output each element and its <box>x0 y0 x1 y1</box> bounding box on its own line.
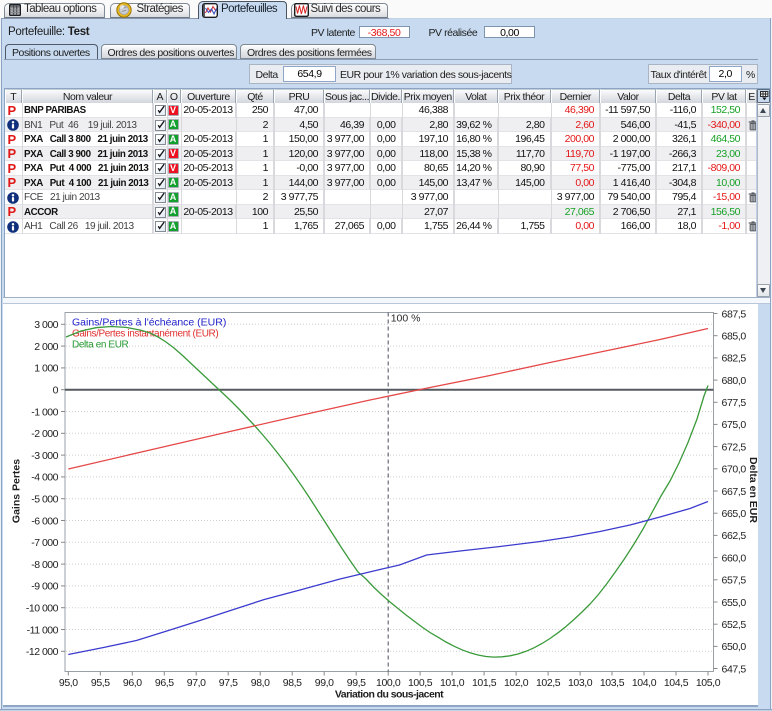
svg-text:665,0: 665,0 <box>722 508 747 520</box>
svg-text:680,0: 680,0 <box>722 375 747 387</box>
svg-text:687,5: 687,5 <box>722 308 747 320</box>
svg-text:-11 000: -11 000 <box>27 624 59 636</box>
svg-text:97,0: 97,0 <box>187 677 206 689</box>
svg-text:99,5: 99,5 <box>347 677 366 689</box>
svg-text:98,0: 98,0 <box>251 677 270 689</box>
svg-text:1 000: 1 000 <box>34 363 58 375</box>
svg-text:-10 000: -10 000 <box>26 603 59 615</box>
svg-text:-3 000: -3 000 <box>31 450 58 462</box>
svg-text:-5 000: -5 000 <box>31 494 58 506</box>
svg-text:685,0: 685,0 <box>722 331 747 343</box>
svg-text:-6 000: -6 000 <box>31 515 58 527</box>
svg-text:-4 000: -4 000 <box>31 472 58 484</box>
svg-text:655,0: 655,0 <box>722 597 747 609</box>
svg-text:95,5: 95,5 <box>91 677 110 689</box>
svg-text:96,5: 96,5 <box>155 677 174 689</box>
svg-text:-9 000: -9 000 <box>31 581 58 593</box>
svg-text:677,5: 677,5 <box>722 397 747 409</box>
svg-text:682,5: 682,5 <box>722 353 747 365</box>
svg-text:657,5: 657,5 <box>722 575 747 587</box>
svg-text:-7 000: -7 000 <box>31 537 58 549</box>
svg-text:0: 0 <box>53 385 59 397</box>
svg-text:-1 000: -1 000 <box>31 406 58 418</box>
svg-text:102,0: 102,0 <box>504 677 529 689</box>
svg-text:104,5: 104,5 <box>664 677 689 689</box>
svg-text:Delta en EUR: Delta en EUR <box>747 457 759 523</box>
svg-text:Gains/Pertes instantanément (E: Gains/Pertes instantanément (EUR) <box>72 329 218 340</box>
svg-text:101,5: 101,5 <box>472 677 497 689</box>
svg-text:-12 000: -12 000 <box>26 646 59 658</box>
svg-text:100,5: 100,5 <box>408 677 433 689</box>
svg-text:672,5: 672,5 <box>722 441 747 453</box>
svg-text:103,0: 103,0 <box>568 677 593 689</box>
svg-text:100 %: 100 % <box>391 313 421 325</box>
svg-text:Gains/Pertes à l'échéance (EUR: Gains/Pertes à l'échéance (EUR) <box>72 317 226 329</box>
svg-text:675,0: 675,0 <box>722 419 747 431</box>
svg-text:99,0: 99,0 <box>315 677 334 689</box>
svg-text:98,5: 98,5 <box>283 677 302 689</box>
svg-text:3 000: 3 000 <box>34 319 58 331</box>
svg-text:105,0: 105,0 <box>696 677 721 689</box>
svg-text:96,0: 96,0 <box>123 677 142 689</box>
svg-text:650,0: 650,0 <box>722 641 747 653</box>
svg-text:662,5: 662,5 <box>722 530 747 542</box>
svg-text:101,0: 101,0 <box>440 677 465 689</box>
svg-text:Variation du sous-jacent: Variation du sous-jacent <box>335 689 444 701</box>
svg-text:97,5: 97,5 <box>219 677 238 689</box>
svg-text:100,0: 100,0 <box>376 677 401 689</box>
svg-text:670,0: 670,0 <box>722 464 747 476</box>
svg-text:Gains Pertes: Gains Pertes <box>11 459 23 523</box>
svg-text:Delta en EUR: Delta en EUR <box>72 340 129 351</box>
svg-text:660,0: 660,0 <box>722 552 747 564</box>
svg-text:652,5: 652,5 <box>722 619 747 631</box>
svg-text:2 000: 2 000 <box>34 341 58 353</box>
svg-text:95,0: 95,0 <box>59 677 78 689</box>
svg-text:102,5: 102,5 <box>536 677 561 689</box>
svg-text:103,5: 103,5 <box>600 677 625 689</box>
svg-text:-2 000: -2 000 <box>31 428 58 440</box>
svg-text:647,5: 647,5 <box>722 663 747 675</box>
svg-text:-8 000: -8 000 <box>31 559 58 571</box>
svg-text:104,0: 104,0 <box>632 677 657 689</box>
svg-text:667,5: 667,5 <box>722 486 747 498</box>
